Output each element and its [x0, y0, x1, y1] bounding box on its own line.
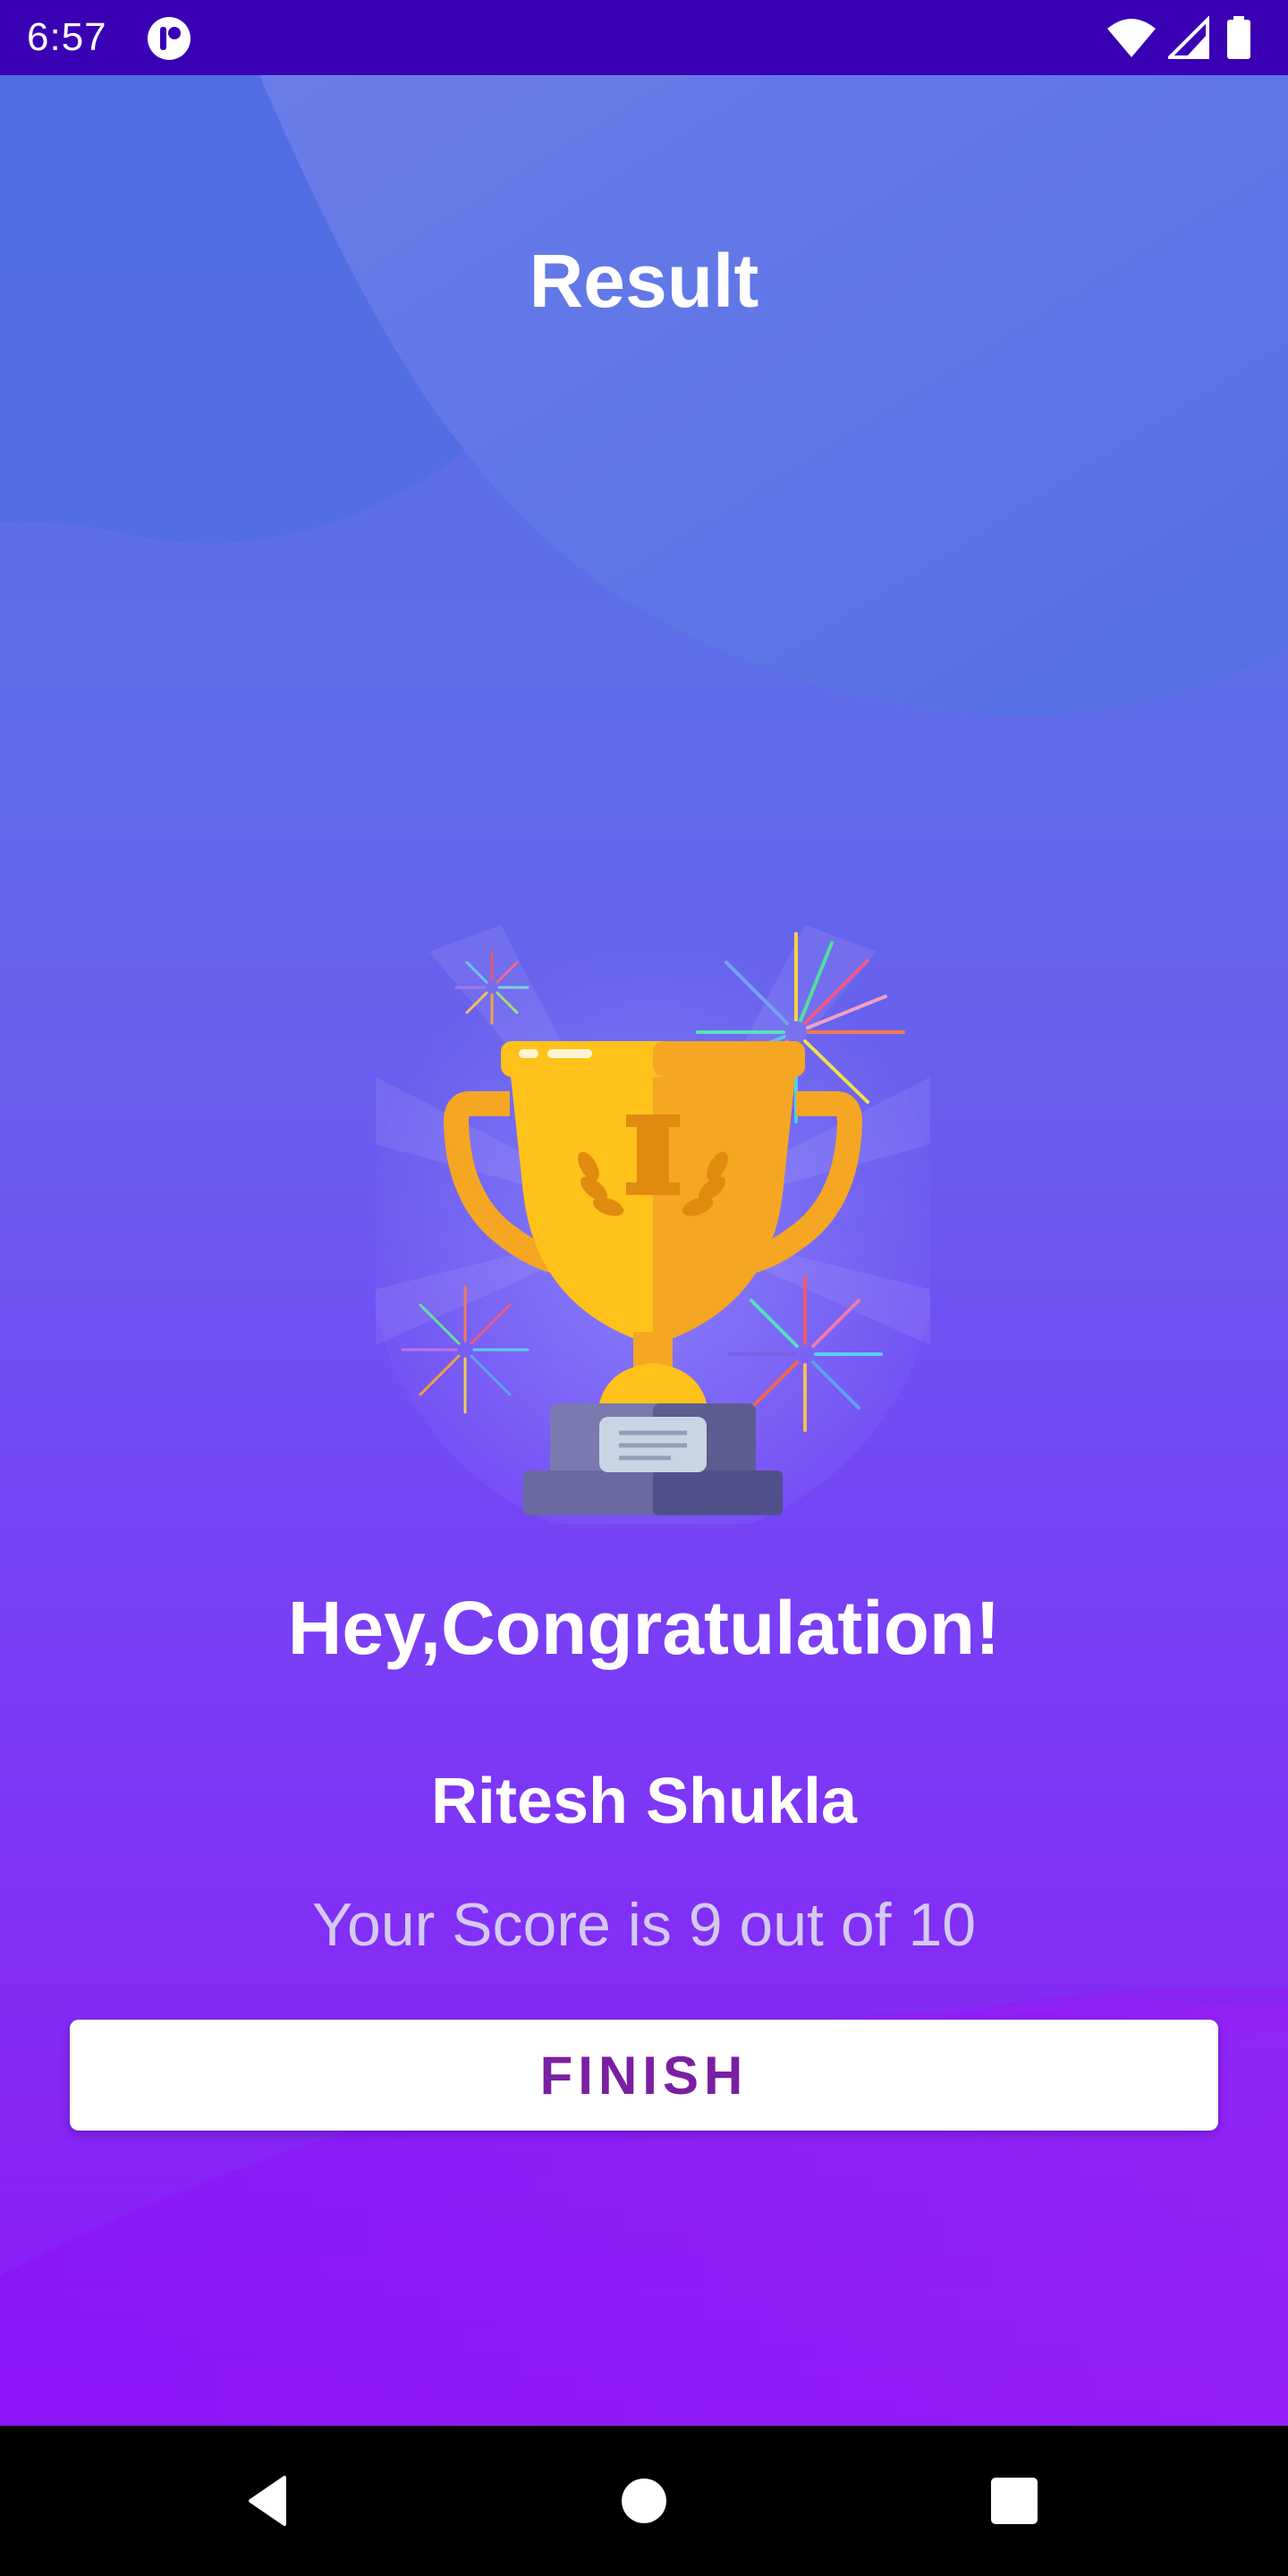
status-time: 6:57 [27, 15, 107, 59]
page-title: Result [529, 239, 759, 323]
status-bar: 6:57 [0, 0, 1288, 75]
user-name: Ritesh Shukla [430, 1766, 858, 1837]
battery-icon [1227, 16, 1250, 59]
app-notification-icon [148, 17, 191, 60]
trophy-base-icon [523, 1403, 783, 1515]
back-icon[interactable] [233, 2465, 304, 2537]
wifi-icon [1107, 19, 1156, 57]
home-icon[interactable] [608, 2465, 680, 2537]
score-text: Your Score is 9 out of 10 [311, 1891, 977, 1959]
congratulation-heading: Hey,Congratulation! [287, 1586, 1001, 1670]
navigation-bar [0, 2426, 1288, 2576]
finish-button[interactable]: FINISH [70, 2020, 1218, 2131]
cell-signal-icon [1168, 16, 1209, 59]
trophy-illustration [376, 925, 930, 1524]
recents-icon[interactable] [979, 2465, 1050, 2537]
result-screen: Result Hey,Congratulation! Ritesh Shukla… [0, 75, 1288, 2426]
